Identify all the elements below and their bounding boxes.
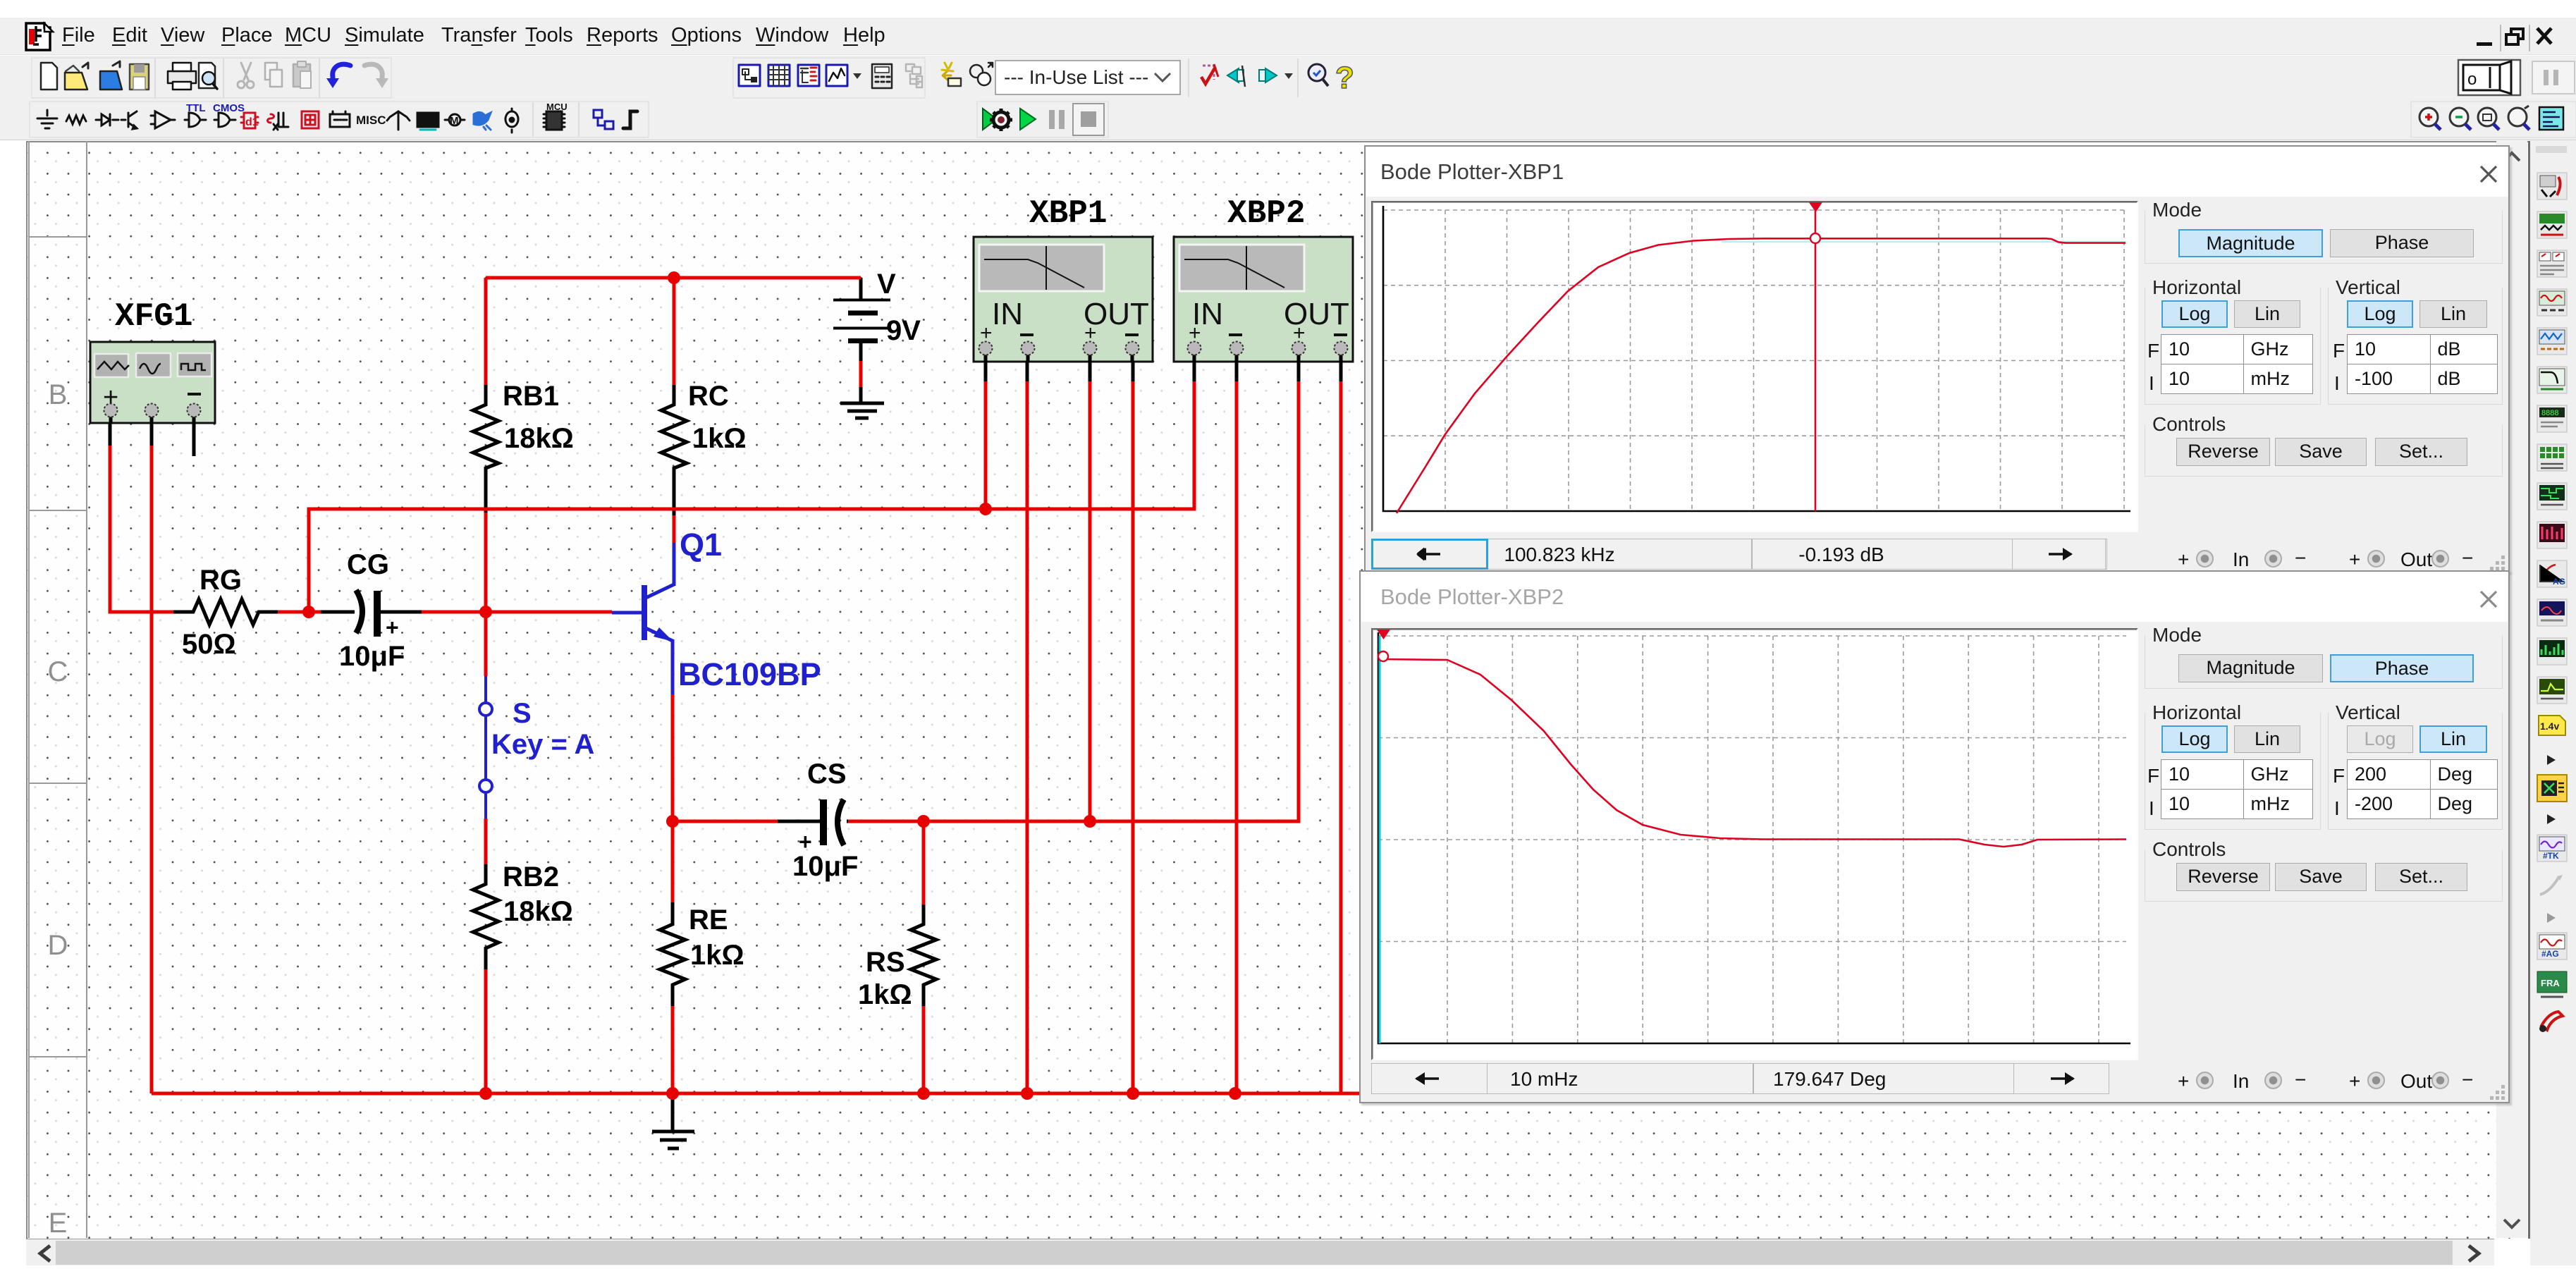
svg-text:Key = A: Key = A	[491, 729, 594, 760]
svg-text:1.4v: 1.4v	[2540, 720, 2559, 732]
svg-text:8888: 8888	[2541, 409, 2558, 417]
svg-text:S: S	[513, 698, 532, 729]
svg-text:18kΩ: 18kΩ	[503, 896, 573, 927]
svg-text:9V: 9V	[886, 315, 921, 346]
svg-text:C: C	[48, 656, 68, 687]
svg-text:BC109BP: BC109BP	[678, 656, 821, 692]
svg-text:XBP2: XBP2	[1227, 195, 1305, 232]
svg-text:TTL: TTL	[186, 102, 206, 114]
svg-text:d1: d1	[245, 116, 259, 128]
svg-text:CS: CS	[807, 759, 847, 790]
svg-text:50Ω: 50Ω	[182, 629, 236, 660]
svg-text:RC: RC	[688, 381, 729, 412]
svg-text:AG: AG	[2553, 577, 2565, 587]
svg-text:XBP1: XBP1	[1029, 195, 1107, 232]
svg-text:MISC: MISC	[356, 114, 386, 127]
svg-text:#AG: #AG	[2541, 949, 2559, 959]
svg-text:RS: RS	[866, 947, 905, 978]
svg-text:D: D	[48, 930, 68, 961]
svg-text:MCU: MCU	[546, 102, 568, 112]
svg-text:FRA: FRA	[2541, 978, 2560, 988]
svg-text:1kΩ: 1kΩ	[690, 940, 744, 971]
svg-text:10μF: 10μF	[792, 851, 858, 882]
svg-text:18kΩ: 18kΩ	[504, 423, 574, 454]
svg-text:10μF: 10μF	[339, 641, 405, 672]
svg-text:RG: RG	[200, 565, 242, 596]
svg-text:--- In-Use List ---: --- In-Use List ---	[1004, 66, 1148, 88]
svg-text:+: +	[386, 615, 399, 640]
svg-text:#TK: #TK	[2543, 851, 2559, 861]
svg-text:1kΩ: 1kΩ	[858, 979, 912, 1010]
svg-text:RB1: RB1	[503, 381, 559, 412]
svg-text:RB2: RB2	[503, 861, 559, 893]
svg-text:o: o	[2467, 70, 2477, 89]
svg-text:Q1: Q1	[680, 527, 722, 563]
svg-text:B: B	[49, 379, 68, 410]
svg-text:RE: RE	[689, 904, 728, 936]
svg-text:CMOS: CMOS	[213, 102, 245, 114]
svg-text:1kΩ: 1kΩ	[692, 423, 747, 454]
svg-text:XFG1: XFG1	[115, 298, 192, 335]
svg-text:CG: CG	[347, 549, 389, 580]
svg-text:?: ?	[1335, 61, 1354, 95]
svg-text:M: M	[450, 115, 459, 127]
svg-text:+: +	[799, 829, 812, 854]
svg-text:E: E	[49, 1208, 68, 1239]
svg-text:IN: IN	[992, 297, 1023, 331]
svg-text:V: V	[877, 269, 896, 300]
